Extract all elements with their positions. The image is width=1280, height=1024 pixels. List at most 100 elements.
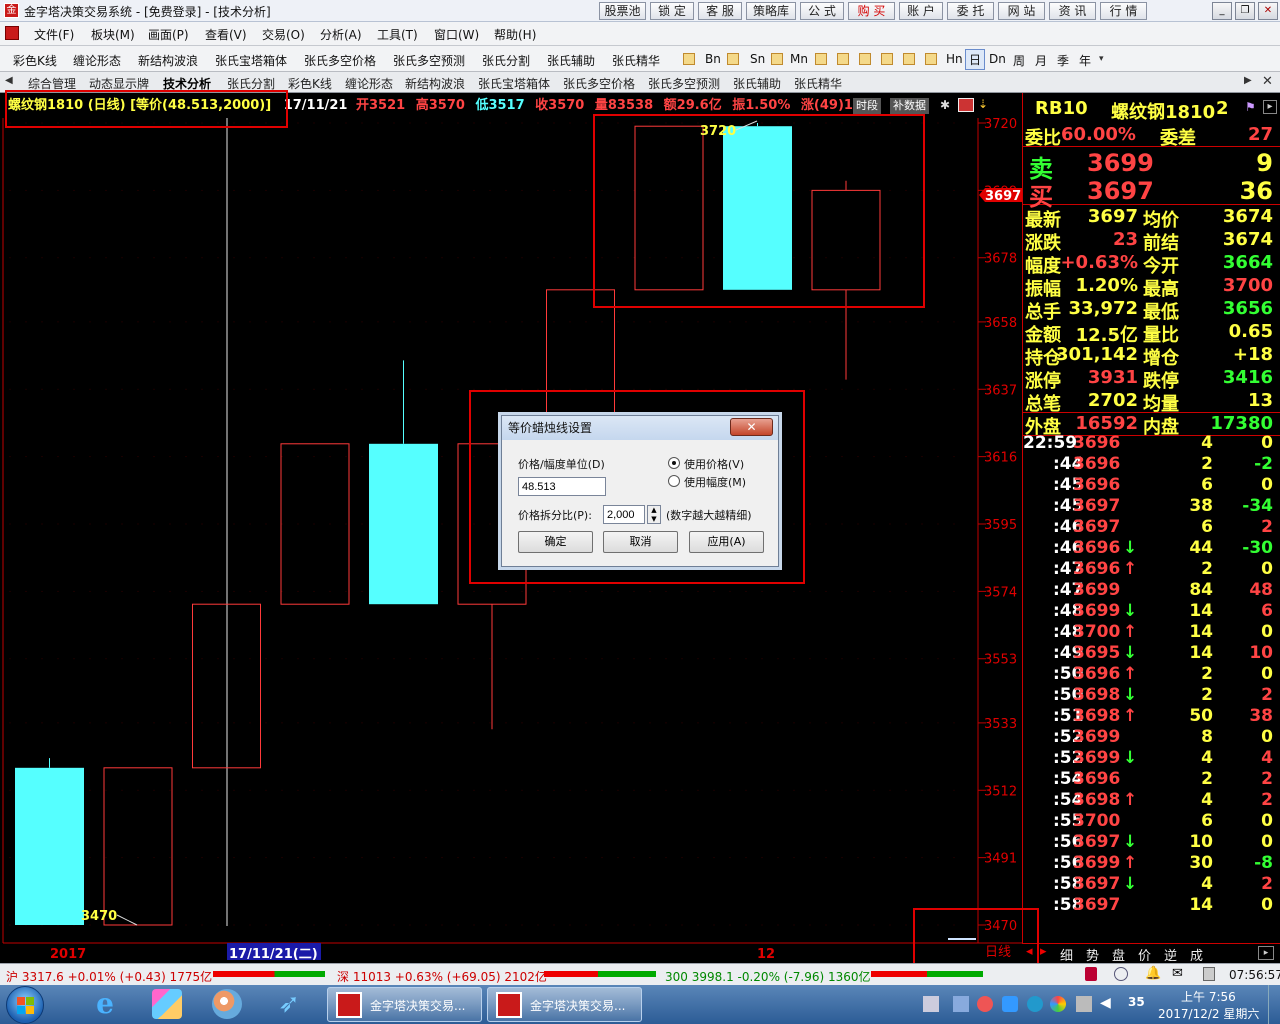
candle-body[interactable] bbox=[15, 767, 84, 925]
period-mn[interactable]: Mn bbox=[790, 52, 808, 66]
rtab-reverse[interactable]: 逆 bbox=[1164, 945, 1177, 964]
toolbar-overflow-icon[interactable]: ▾ bbox=[1099, 54, 1109, 66]
taskbar-app-1[interactable]: 金字塔决策交易... bbox=[327, 987, 482, 1022]
chat-icon[interactable]: ✉ bbox=[1172, 966, 1183, 981]
db-icon[interactable] bbox=[1085, 967, 1097, 981]
doc-status-icon[interactable] bbox=[1203, 967, 1215, 981]
period-icon-15[interactable] bbox=[881, 53, 893, 65]
dialog-close-button[interactable]: ✕ bbox=[730, 418, 773, 436]
chart-tool-icon[interactable] bbox=[958, 98, 974, 112]
period-icon-3[interactable] bbox=[815, 53, 827, 65]
candle-body[interactable] bbox=[280, 443, 350, 605]
period-week[interactable]: 周 bbox=[1013, 52, 1025, 69]
period-hn[interactable]: Hn bbox=[946, 52, 963, 66]
period-icon-5[interactable] bbox=[837, 53, 849, 65]
tab-zhang-assist[interactable]: 张氏辅助 bbox=[733, 75, 781, 92]
tab-color-kline[interactable]: 彩色K线 bbox=[288, 75, 332, 92]
period-icon-1[interactable] bbox=[771, 53, 783, 65]
menu-tools[interactable]: 工具(T) bbox=[377, 26, 418, 43]
candle-body[interactable] bbox=[369, 443, 438, 605]
tab-close-icon[interactable]: ✕ bbox=[1262, 74, 1273, 89]
lock-button[interactable]: 锁 定 bbox=[650, 2, 694, 20]
fill-data-button[interactable]: 补数据 bbox=[890, 98, 929, 114]
restore-button[interactable]: ❐ bbox=[1235, 2, 1255, 20]
panel-toggle-icon[interactable]: ▸ bbox=[1263, 100, 1277, 114]
bird-icon[interactable]: ➶ bbox=[274, 989, 304, 1019]
menu-view[interactable]: 查看(V) bbox=[205, 26, 247, 43]
formula-button[interactable]: 公 式 bbox=[800, 2, 844, 20]
network-icon[interactable] bbox=[1114, 967, 1128, 981]
tab-zhang-tower[interactable]: 张氏宝塔箱体 bbox=[478, 75, 550, 92]
stock-pool-button[interactable]: 股票池 bbox=[599, 2, 646, 20]
start-button[interactable] bbox=[6, 986, 44, 1024]
unit-input[interactable] bbox=[518, 477, 606, 496]
menu-trade[interactable]: 交易(O) bbox=[262, 26, 305, 43]
volume-icon[interactable]: ◀ bbox=[1100, 995, 1111, 1011]
menu-window[interactable]: 窗口(W) bbox=[434, 26, 479, 43]
close-button[interactable]: ✕ bbox=[1258, 2, 1278, 20]
period-icon-10[interactable] bbox=[859, 53, 871, 65]
period-dn[interactable]: Dn bbox=[989, 52, 1006, 66]
menu-analysis[interactable]: 分析(A) bbox=[320, 26, 362, 43]
rtab-deal[interactable]: 成 bbox=[1190, 945, 1203, 964]
ok-button[interactable]: 确定 bbox=[518, 531, 593, 553]
menu-view-screen[interactable]: 画面(P) bbox=[148, 26, 189, 43]
tab-zhang-forecast[interactable]: 张氏多空预测 bbox=[648, 75, 720, 92]
period-month[interactable]: 月 bbox=[1035, 52, 1047, 69]
period-season[interactable]: 季 bbox=[1057, 52, 1069, 69]
ie-icon[interactable]: e bbox=[90, 989, 120, 1019]
split-input[interactable] bbox=[603, 505, 645, 524]
toolbar-zhang-essence[interactable]: 张氏精华 bbox=[612, 52, 660, 69]
quotes-button[interactable]: 行 情 bbox=[1100, 2, 1147, 20]
colorful-tray-icon[interactable] bbox=[1050, 996, 1066, 1012]
toolbar-color-kline[interactable]: 彩色K线 bbox=[13, 52, 57, 69]
strategy-button[interactable]: 策略库 bbox=[746, 2, 796, 20]
rtab-book[interactable]: 盘 bbox=[1112, 945, 1125, 964]
toolbar-zhang-tower[interactable]: 张氏宝塔箱体 bbox=[215, 52, 287, 69]
toolbar-chan-pattern[interactable]: 缠论形态 bbox=[73, 52, 121, 69]
period-icon-sn[interactable] bbox=[727, 53, 739, 65]
toolbar-zhang-split[interactable]: 张氏分割 bbox=[482, 52, 530, 69]
settings-gear-icon[interactable]: ✱ bbox=[940, 98, 954, 112]
rtab-right-icon[interactable]: ▸ bbox=[1040, 944, 1047, 959]
minimize-button[interactable]: _ bbox=[1212, 2, 1232, 20]
use-amp-label[interactable]: 使用幅度(M) bbox=[684, 474, 746, 490]
person-icon[interactable]: ⚑ bbox=[1245, 100, 1256, 114]
split-spinner-icon[interactable]: ▲ ▼ bbox=[647, 505, 661, 524]
taskbar-app-2[interactable]: 金字塔决策交易... bbox=[487, 987, 642, 1022]
tab-new-wave[interactable]: 新结构波浪 bbox=[405, 75, 465, 92]
period-bn[interactable]: Bn bbox=[705, 52, 721, 66]
website-button[interactable]: 网 站 bbox=[998, 2, 1045, 20]
use-amp-radio[interactable] bbox=[668, 475, 680, 487]
use-price-radio[interactable] bbox=[668, 457, 680, 469]
maps-icon[interactable] bbox=[152, 989, 182, 1019]
menu-file[interactable]: 文件(F) bbox=[34, 26, 74, 43]
use-price-label[interactable]: 使用价格(V) bbox=[684, 456, 744, 472]
period-icon-30[interactable] bbox=[903, 53, 915, 65]
show-desktop-button[interactable] bbox=[1268, 985, 1280, 1024]
pin-icon[interactable]: ⇣ bbox=[978, 97, 988, 111]
menu-help[interactable]: 帮助(H) bbox=[494, 26, 536, 43]
toolbar-zhang-assist[interactable]: 张氏辅助 bbox=[547, 52, 595, 69]
news-button[interactable]: 资 讯 bbox=[1049, 2, 1096, 20]
menu-sector[interactable]: 板块(M) bbox=[91, 26, 135, 43]
tab-scroll-right-icon[interactable]: ▶ bbox=[1244, 75, 1252, 86]
toolbar-zhang-price[interactable]: 张氏多空价格 bbox=[304, 52, 376, 69]
rtab-price[interactable]: 价 bbox=[1138, 945, 1151, 964]
service-button[interactable]: 客 服 bbox=[698, 2, 742, 20]
apps-tray-icon[interactable] bbox=[953, 996, 969, 1012]
keyboard-icon[interactable] bbox=[923, 996, 939, 1012]
update-tray-icon[interactable] bbox=[1027, 996, 1043, 1012]
timeshare-button[interactable]: 时段 bbox=[853, 98, 881, 114]
network-tray-icon[interactable] bbox=[1076, 996, 1092, 1012]
paint-icon[interactable] bbox=[212, 989, 242, 1019]
order-button[interactable]: 委 托 bbox=[947, 2, 994, 20]
period-icon-1h[interactable] bbox=[925, 53, 937, 65]
tab-scroll-left-icon[interactable]: ◀ bbox=[5, 75, 13, 86]
tab-chan-pattern[interactable]: 缠论形态 bbox=[345, 75, 393, 92]
cancel-button[interactable]: 取消 bbox=[603, 531, 678, 553]
candle-body[interactable] bbox=[103, 767, 173, 926]
security-tray-icon[interactable] bbox=[977, 996, 993, 1012]
toolbar-new-wave[interactable]: 新结构波浪 bbox=[138, 52, 198, 69]
tab-zhang-price[interactable]: 张氏多空价格 bbox=[563, 75, 635, 92]
